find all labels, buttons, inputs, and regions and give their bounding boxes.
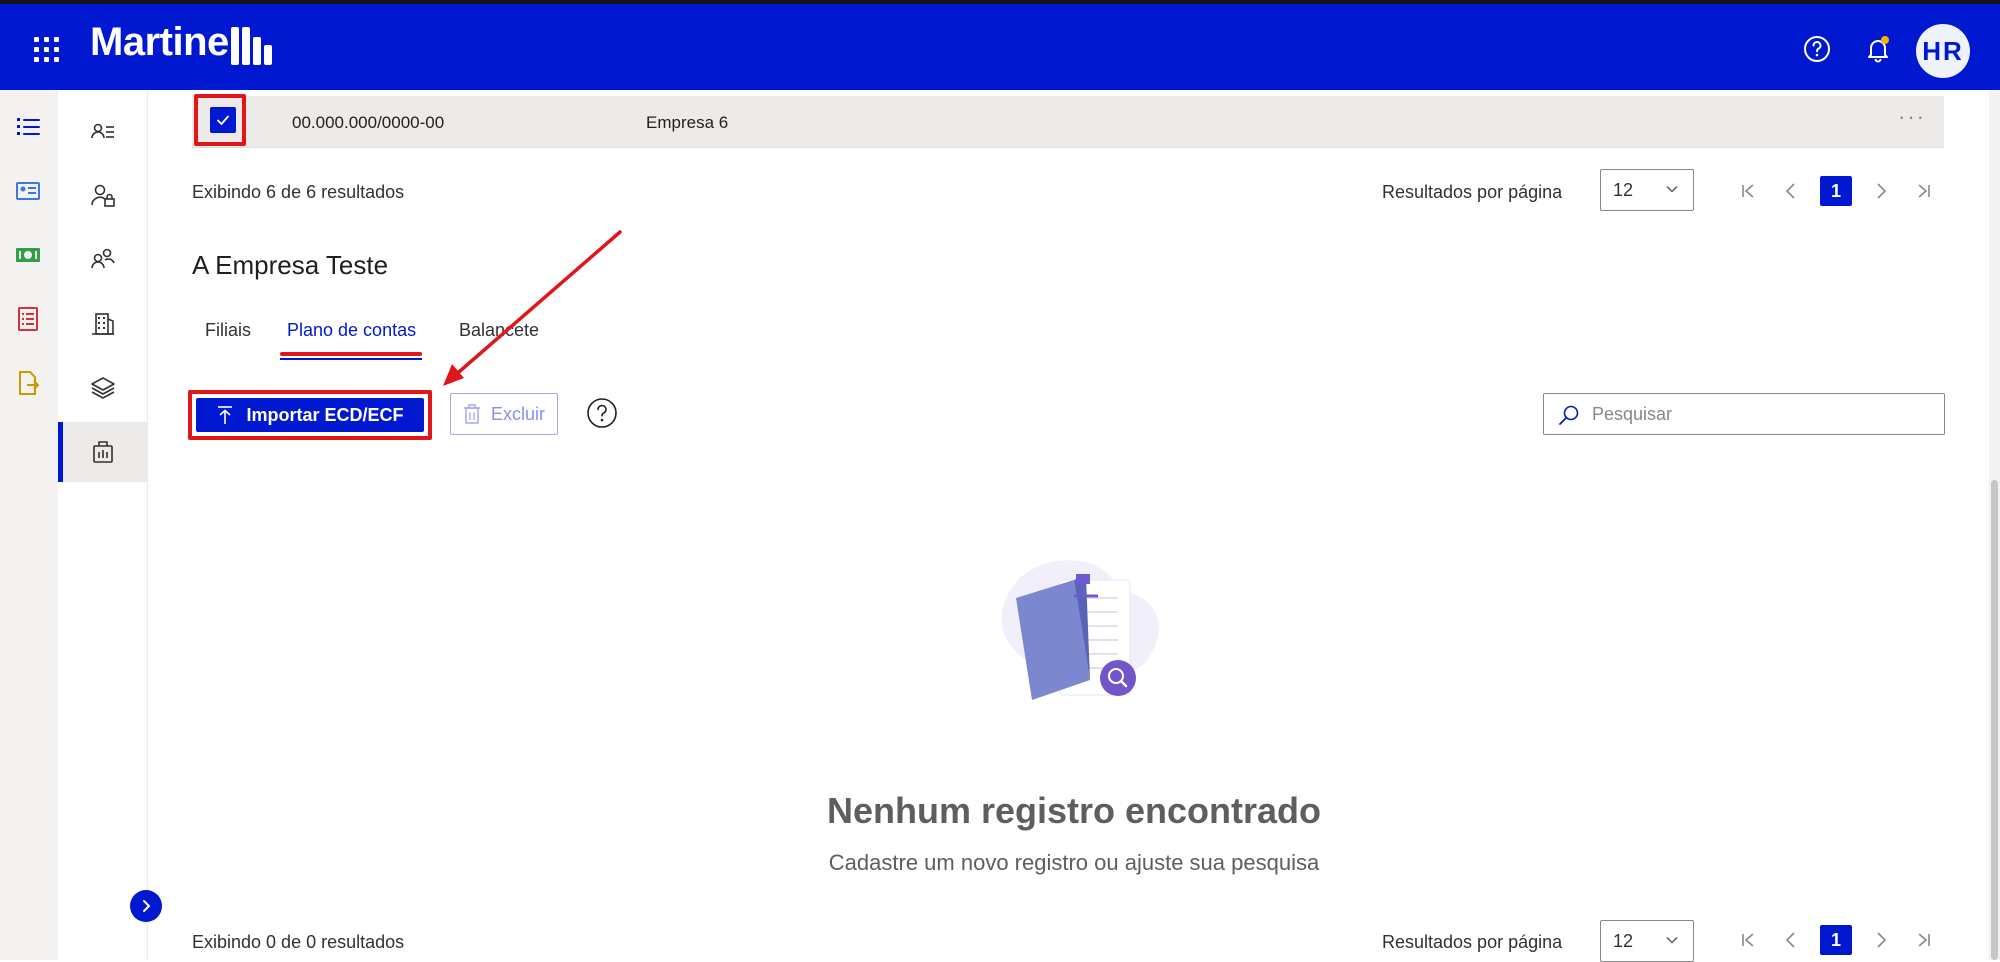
prev-page-icon[interactable] (1777, 926, 1805, 954)
top-pager: 1 (1734, 176, 1953, 206)
sub-nav (58, 90, 148, 960)
brand-bars-mark (230, 25, 272, 65)
layers-icon[interactable] (88, 373, 118, 403)
tab-filiais[interactable]: Filiais (205, 320, 251, 341)
tab-balancete[interactable]: Balancete (459, 320, 539, 341)
next-page-icon[interactable] (1867, 926, 1895, 954)
prev-page-icon[interactable] (1777, 177, 1805, 205)
bottom-rpp-select[interactable]: 12 (1600, 920, 1694, 962)
empty-state-illustration (1001, 560, 1159, 700)
money-icon[interactable] (13, 240, 43, 270)
empty-state-subtitle: Cadastre um novo registro ou ajuste sua … (828, 850, 1320, 875)
search-input[interactable] (1592, 394, 1932, 434)
building-icon[interactable] (88, 309, 118, 339)
file-export-icon[interactable] (13, 368, 43, 398)
help-circle-icon[interactable] (586, 397, 618, 429)
tab-plano-de-contas[interactable]: Plano de contas (287, 320, 416, 341)
top-rpp-label: Resultados por página (1382, 182, 1563, 202)
next-page-icon[interactable] (1867, 177, 1895, 205)
search-icon (1559, 405, 1579, 425)
active-tab-indicator (280, 358, 422, 360)
annotation-highlight-checkbox (194, 94, 246, 146)
import-label: Importar ECD/ECF (246, 404, 404, 425)
bottom-results-count: Exibindo 0 de 0 resultados (192, 932, 405, 952)
top-bar: Martine HR (0, 0, 2000, 90)
main-content: 00.000.000/0000-00 Empresa 6 ··· Exibind… (148, 90, 2000, 962)
id-card-icon[interactable] (13, 176, 43, 206)
delete-button[interactable]: Excluir (450, 393, 558, 435)
search-box[interactable] (1543, 393, 1945, 435)
bell-icon[interactable] (1863, 34, 1893, 64)
row-cnpj: 00.000.000/0000-00 (292, 113, 445, 132)
help-icon[interactable] (1802, 34, 1832, 64)
table-row[interactable]: 00.000.000/0000-00 Empresa 6 ··· (192, 94, 1944, 148)
brand-text: Martine (90, 20, 229, 64)
bottom-rpp-value: 12 (1613, 931, 1634, 951)
chevron-down-icon (1666, 936, 1678, 944)
scrollbar-thumb[interactable] (1991, 480, 1998, 960)
top-rpp-select[interactable]: 12 (1600, 169, 1694, 211)
user-list-icon[interactable] (88, 117, 118, 147)
top-rpp-value: 12 (1613, 180, 1634, 200)
trash-icon (463, 404, 480, 424)
empty-state-title: Nenhum registro encontrado (826, 790, 1322, 831)
last-page-icon[interactable] (1910, 177, 1938, 205)
users-icon[interactable] (88, 245, 118, 275)
row-company-name: Empresa 6 (646, 113, 729, 132)
row-checkbox[interactable] (210, 107, 236, 133)
briefcase-icon[interactable] (88, 437, 118, 467)
check-icon (217, 115, 229, 125)
bottom-pager: 1 (1734, 925, 1953, 955)
list-icon[interactable] (13, 112, 43, 142)
left-rail (0, 90, 58, 960)
first-page-icon[interactable] (1734, 926, 1762, 954)
current-page[interactable]: 1 (1820, 925, 1852, 955)
delete-label: Excluir (490, 403, 545, 424)
waffle-icon[interactable] (34, 37, 60, 63)
first-page-icon[interactable] (1734, 177, 1762, 205)
chevron-down-icon (1666, 185, 1678, 193)
annotation-underline (280, 352, 422, 356)
upload-icon (218, 406, 233, 424)
checklist-icon[interactable] (13, 304, 43, 334)
annotation-highlight-import: Importar ECD/ECF (188, 390, 432, 440)
avatar[interactable]: HR (1916, 24, 1970, 78)
user-lock-icon[interactable] (88, 181, 118, 211)
import-ecd-ecf-button[interactable]: Importar ECD/ECF (196, 398, 424, 432)
last-page-icon[interactable] (1910, 926, 1938, 954)
row-more-icon[interactable]: ··· (1898, 104, 1926, 130)
bottom-rpp-label: Resultados por página (1382, 932, 1563, 952)
section-title: A Empresa Teste (192, 250, 389, 280)
vertical-scrollbar[interactable] (1989, 90, 2000, 960)
current-page[interactable]: 1 (1820, 176, 1852, 206)
top-results-count: Exibindo 6 de 6 resultados (192, 182, 405, 202)
brand-logo[interactable]: Martine (90, 20, 272, 65)
